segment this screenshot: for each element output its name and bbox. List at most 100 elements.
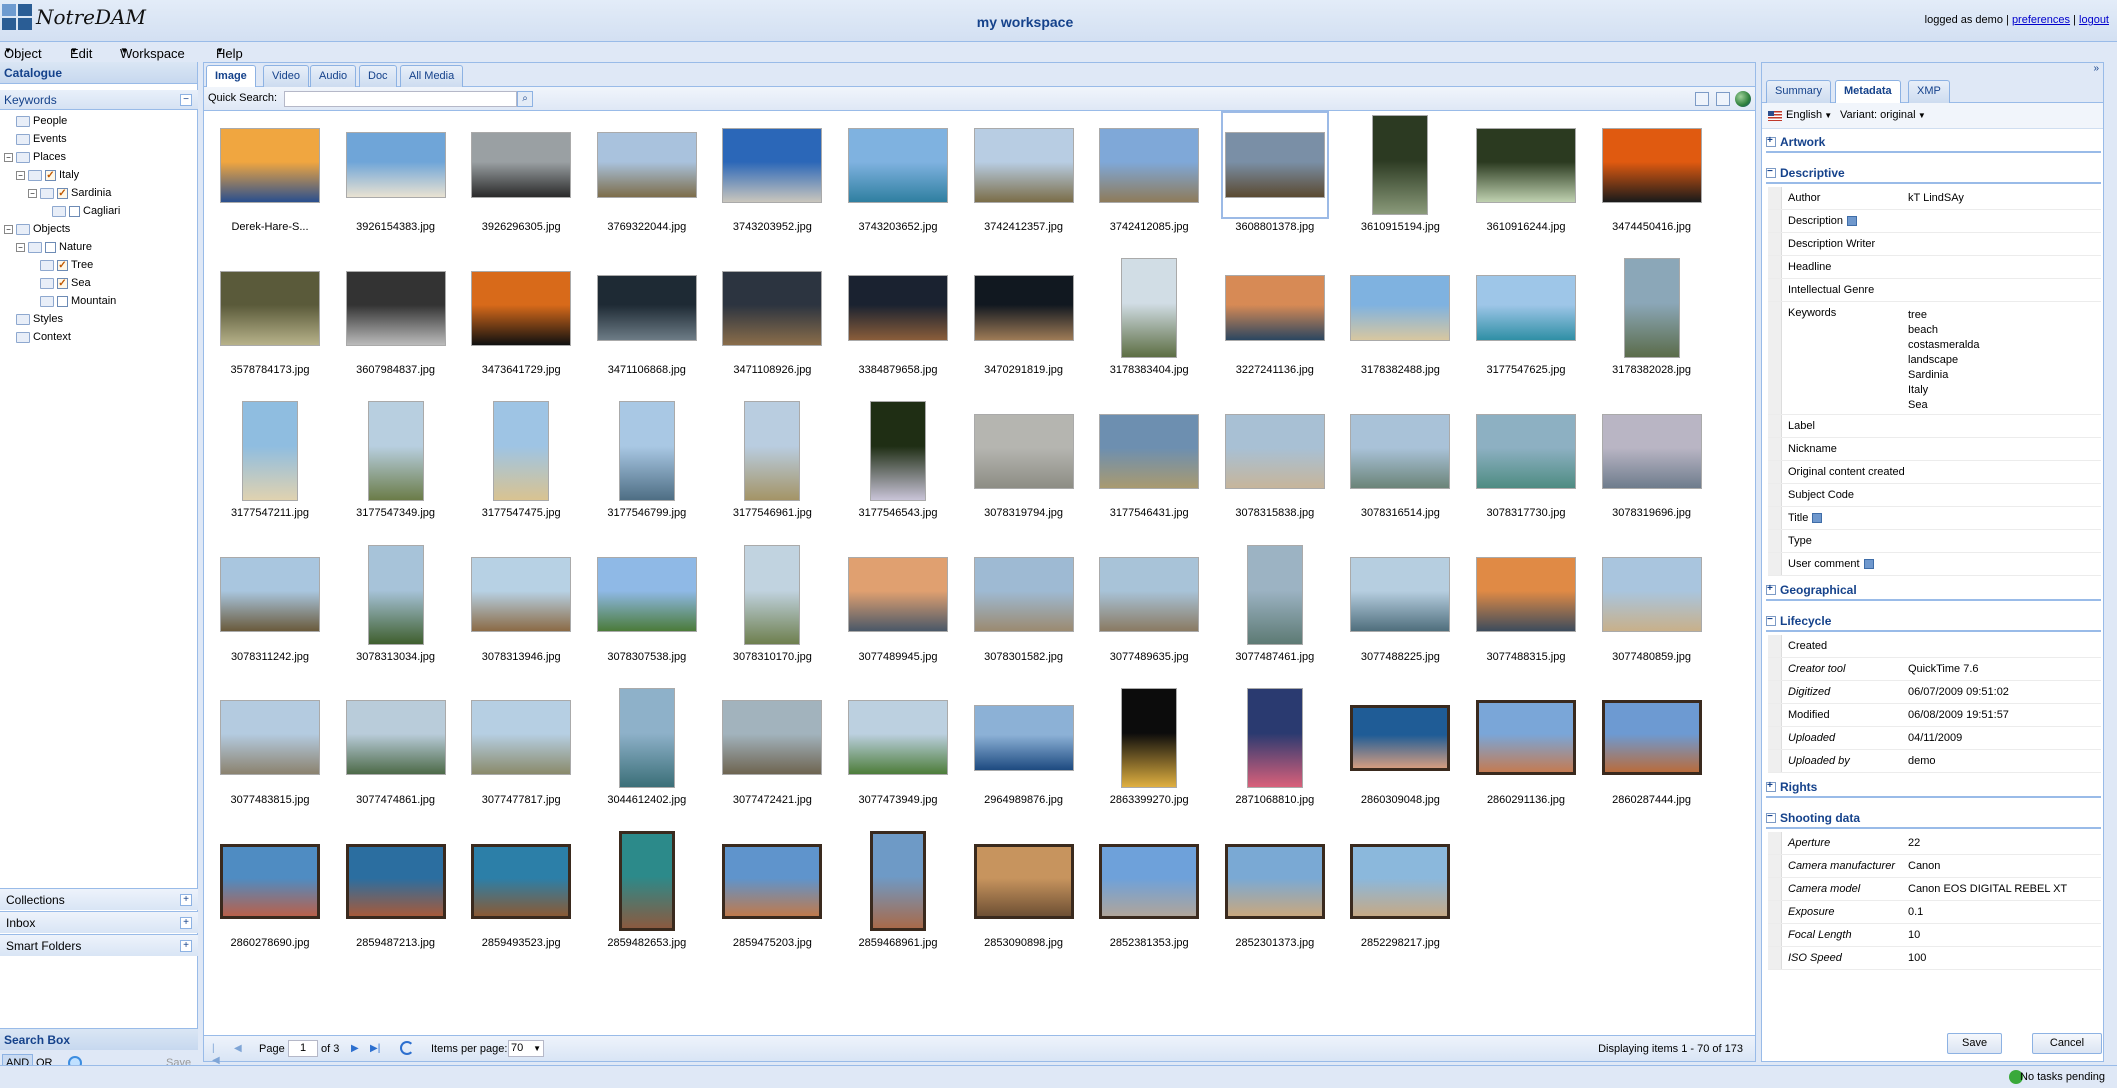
thumbnail-item[interactable]: 3743203652.jpg bbox=[835, 114, 961, 254]
thumbnail-item[interactable]: 3077480859.jpg bbox=[1589, 544, 1715, 684]
section-geographical[interactable]: Geographical bbox=[1766, 580, 2101, 601]
thumbnail-image[interactable] bbox=[848, 127, 948, 203]
thumbnail-image[interactable] bbox=[973, 127, 1074, 203]
thumbnail-image[interactable] bbox=[471, 700, 572, 776]
thumbnail-image[interactable] bbox=[242, 401, 298, 502]
thumbnail-image[interactable] bbox=[493, 401, 550, 502]
thumbnail-item[interactable]: 2860287444.jpg bbox=[1589, 687, 1715, 827]
thumbnail-image[interactable] bbox=[1601, 127, 1702, 203]
thumbnail-image[interactable] bbox=[973, 704, 1074, 771]
thumbnail-image[interactable] bbox=[744, 401, 801, 502]
metadata-row[interactable]: Description Writer bbox=[1768, 233, 2101, 256]
thumbnail-image[interactable] bbox=[471, 132, 572, 198]
thumbnail-image[interactable] bbox=[1350, 413, 1451, 489]
thumbnail-item[interactable]: 3177546961.jpg bbox=[709, 400, 835, 540]
thumbnail-item[interactable]: 2852381353.jpg bbox=[1086, 830, 1212, 970]
keywords-header[interactable]: Keywords − bbox=[0, 90, 198, 110]
thumbnail-image[interactable] bbox=[1099, 843, 1200, 919]
thumbnail-image[interactable] bbox=[848, 700, 948, 776]
thumbnail-item[interactable]: 2871068810.jpg bbox=[1212, 687, 1338, 827]
thumbnail-item[interactable]: 3077472421.jpg bbox=[709, 687, 835, 827]
thumbnail-image[interactable] bbox=[973, 413, 1074, 489]
tab-doc[interactable]: Doc bbox=[359, 65, 397, 87]
keyword-checkbox[interactable]: ✓ bbox=[45, 169, 56, 181]
tab-audio[interactable]: Audio bbox=[310, 65, 357, 87]
thumbnail-item[interactable]: 2859468961.jpg bbox=[835, 830, 961, 970]
tab-xmp[interactable]: XMP bbox=[1908, 80, 1950, 103]
thumbnail-item[interactable]: 3077488225.jpg bbox=[1337, 544, 1463, 684]
metadata-row[interactable]: Camera model Canon EOS DIGITAL REBEL XT bbox=[1768, 878, 2101, 901]
thumbnail-image[interactable] bbox=[345, 843, 446, 919]
language-info-icon[interactable] bbox=[1863, 559, 1874, 570]
tree-node[interactable]: − Nature bbox=[16, 238, 92, 256]
tree-node[interactable]: People bbox=[4, 112, 67, 130]
thumbnail-image[interactable] bbox=[1099, 127, 1200, 203]
collapse-icon[interactable]: − bbox=[16, 170, 25, 180]
thumbnail-item[interactable]: 3077474861.jpg bbox=[333, 687, 459, 827]
tab-all-media[interactable]: All Media bbox=[400, 65, 464, 87]
tree-node[interactable]: Cagliari bbox=[40, 202, 120, 220]
save-button[interactable]: Save bbox=[1947, 1033, 2003, 1054]
grid-view-icon[interactable] bbox=[1716, 92, 1730, 106]
thumbnail-item[interactable]: 3078313034.jpg bbox=[333, 544, 459, 684]
thumbnail-image[interactable] bbox=[471, 557, 572, 633]
thumbnail-item[interactable]: 3769322044.jpg bbox=[584, 114, 710, 254]
metadata-row[interactable]: ISO Speed 100 bbox=[1768, 947, 2101, 970]
thumbnail-image[interactable] bbox=[618, 687, 675, 788]
thumbnail-image[interactable] bbox=[618, 401, 675, 502]
quick-search-input[interactable] bbox=[284, 91, 517, 107]
metadata-row[interactable]: Type bbox=[1768, 530, 2101, 553]
prev-page-icon[interactable]: ◀ bbox=[234, 1043, 244, 1055]
expand-icon[interactable]: + bbox=[180, 917, 192, 929]
accordion-smart-folders[interactable]: Smart Folders + bbox=[0, 934, 198, 956]
thumbnail-item[interactable]: 2852301373.jpg bbox=[1212, 830, 1338, 970]
metadata-row[interactable]: Original content created bbox=[1768, 461, 2101, 484]
thumbnail-image[interactable] bbox=[220, 843, 320, 919]
thumbnail-item[interactable]: 3227241136.jpg bbox=[1212, 257, 1338, 397]
thumbnail-image[interactable] bbox=[1099, 413, 1200, 489]
thumbnail-image[interactable] bbox=[722, 843, 823, 919]
language-info-icon[interactable] bbox=[1812, 513, 1823, 524]
thumbnail-image[interactable] bbox=[870, 831, 926, 931]
thumbnail-image[interactable] bbox=[1601, 413, 1702, 489]
section-descriptive[interactable]: Descriptive bbox=[1766, 163, 2101, 184]
thumbnail-item[interactable]: 3077487461.jpg bbox=[1212, 544, 1338, 684]
thumbnail-item[interactable]: 2860291136.jpg bbox=[1463, 687, 1589, 827]
tree-node[interactable]: ✓ Tree bbox=[28, 256, 93, 274]
metadata-row[interactable]: Author kT LindSAy bbox=[1768, 187, 2101, 210]
thumbnail-item[interactable]: 3926154383.jpg bbox=[333, 114, 459, 254]
thumbnail-item[interactable]: 3078310170.jpg bbox=[709, 544, 835, 684]
keyword-checkbox[interactable] bbox=[45, 241, 56, 253]
thumbnail-item[interactable]: 3178382028.jpg bbox=[1589, 257, 1715, 397]
thumbnail-image[interactable] bbox=[722, 700, 823, 776]
thumbnail-image[interactable] bbox=[1623, 258, 1680, 359]
thumbnail-item[interactable]: 3742412085.jpg bbox=[1086, 114, 1212, 254]
collapse-icon[interactable]: − bbox=[28, 188, 37, 198]
thumbnail-item[interactable]: 2859475203.jpg bbox=[709, 830, 835, 970]
thumbnail-image[interactable] bbox=[722, 270, 823, 346]
thumbnail-item[interactable]: 3078301582.jpg bbox=[961, 544, 1087, 684]
thumbnail-image[interactable] bbox=[345, 270, 446, 346]
tree-node[interactable]: ✓ Sea bbox=[28, 274, 91, 292]
thumbnail-image[interactable] bbox=[220, 700, 320, 776]
thumbnail-item[interactable]: 3474450416.jpg bbox=[1589, 114, 1715, 254]
thumbnail-item[interactable]: 3078317730.jpg bbox=[1463, 400, 1589, 540]
thumbnail-image[interactable] bbox=[1372, 115, 1429, 215]
collapse-right-icon[interactable]: » bbox=[2093, 63, 2099, 74]
thumbnail-item[interactable]: 3177546799.jpg bbox=[584, 400, 710, 540]
tree-node[interactable]: Events bbox=[4, 130, 67, 148]
thumbnail-item[interactable]: 3177547349.jpg bbox=[333, 400, 459, 540]
section-lifecycle[interactable]: Lifecycle bbox=[1766, 611, 2101, 632]
thumbnail-image[interactable] bbox=[1601, 557, 1702, 633]
thumbnail-image[interactable] bbox=[848, 557, 948, 633]
thumbnail-image[interactable] bbox=[1476, 275, 1576, 342]
refresh-icon[interactable] bbox=[400, 1041, 414, 1055]
tab-metadata[interactable]: Metadata bbox=[1835, 80, 1901, 104]
thumbnail-image[interactable] bbox=[345, 700, 446, 776]
thumbnail-item[interactable]: 3077488315.jpg bbox=[1463, 544, 1589, 684]
thumbnail-item[interactable]: 3471106868.jpg bbox=[584, 257, 710, 397]
thumbnail-image[interactable] bbox=[1121, 258, 1178, 359]
thumbnail-item[interactable]: 2863399270.jpg bbox=[1086, 687, 1212, 827]
metadata-row[interactable]: Label bbox=[1768, 415, 2101, 438]
metadata-row[interactable]: Subject Code bbox=[1768, 484, 2101, 507]
